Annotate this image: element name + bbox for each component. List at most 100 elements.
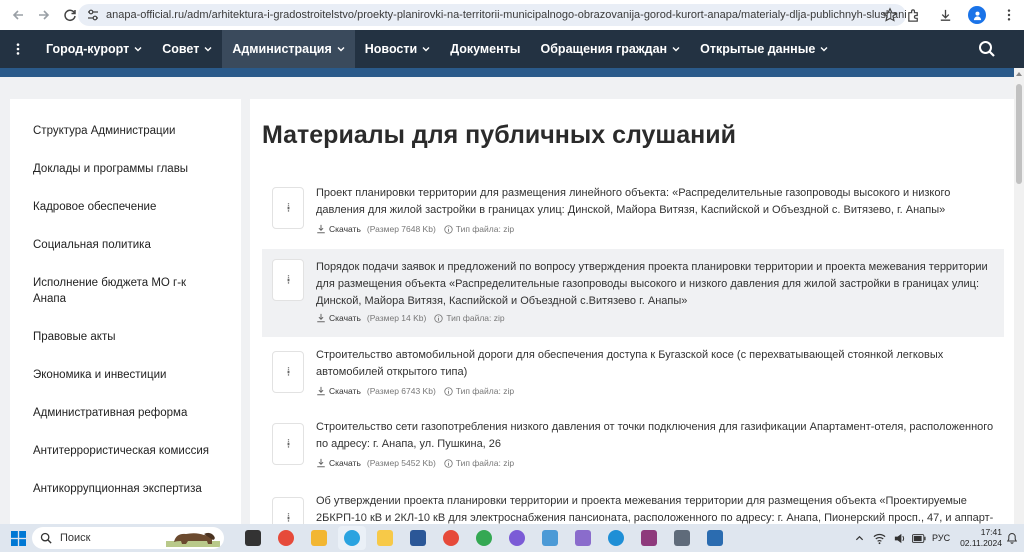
clock[interactable]: 17:41 02.11.2024 <box>960 527 1002 549</box>
document-title[interactable]: Порядок подачи заявок и предложений по в… <box>316 259 996 310</box>
word-icon <box>409 530 426 546</box>
main-content: Материалы для публичных слушаний Проект … <box>250 99 1014 524</box>
sidebar-item-structure[interactable]: Структура Администрации <box>33 123 223 139</box>
file-size: (Размер 6743 Kb) <box>366 386 436 396</box>
file-type: Тип файла: zip <box>455 224 515 234</box>
document-title[interactable]: Строительство автомобильной дороги для о… <box>316 347 996 381</box>
bookmark-star-icon[interactable] <box>882 7 898 23</box>
zip-file-icon[interactable] <box>272 497 304 524</box>
nav-item-administraciya[interactable]: Администрация <box>222 30 355 68</box>
sidebar-item-economy[interactable]: Экономика и инвестиции <box>33 367 223 383</box>
document-title[interactable]: Проект планировки территории для размеще… <box>316 185 996 219</box>
download-icon[interactable] <box>316 224 326 234</box>
zip-file-icon[interactable] <box>272 423 304 465</box>
nav-item-novosti[interactable]: Новости <box>355 30 440 68</box>
document-item: Порядок подачи заявок и предложений по в… <box>262 249 1004 337</box>
sidebar: Структура Администрации Доклады и програ… <box>10 99 241 524</box>
browser-toolbar: anapa-official.ru/adm/arhitektura-i-grad… <box>0 0 1024 30</box>
taskbar-app-feather[interactable] <box>569 526 597 550</box>
taskbar-app-word[interactable] <box>404 526 432 550</box>
file-size: (Размер 5452 Kb) <box>366 458 436 468</box>
sidebar-item-personnel[interactable]: Кадровое обеспечение <box>33 199 223 215</box>
nav-item-obrascheniya[interactable]: Обращения граждан <box>530 30 690 68</box>
download-button[interactable] <box>934 4 956 26</box>
download-icon[interactable] <box>316 386 326 396</box>
nav-item-sovet[interactable]: Совет <box>152 30 222 68</box>
notifications-icon[interactable] <box>1006 532 1018 544</box>
chrome-icon-2 <box>442 530 459 546</box>
start-button[interactable] <box>4 524 32 552</box>
site-navigation: Город-курорт Совет Администрация Новости… <box>0 30 1024 68</box>
taskbar-app-edge[interactable] <box>602 526 630 550</box>
keyboard-language[interactable]: РУС <box>932 533 950 543</box>
sidebar-item-admin-reform[interactable]: Административная реформа <box>33 405 223 421</box>
yandex-browser-icon <box>508 530 525 546</box>
chrome-menu-button[interactable] <box>998 4 1020 26</box>
nav-item-label: Обращения граждан <box>540 42 668 56</box>
download-link[interactable]: Скачать <box>329 224 361 234</box>
sidebar-item-legal-acts[interactable]: Правовые акты <box>33 329 223 345</box>
zip-file-icon[interactable] <box>272 259 304 301</box>
download-link[interactable]: Скачать <box>329 386 361 396</box>
taskbar-app-yandex-browser[interactable] <box>503 526 531 550</box>
document-title[interactable]: Строительство сети газопотребления низко… <box>316 419 996 453</box>
download-icon[interactable] <box>316 313 326 323</box>
speaker-icon[interactable] <box>892 531 906 545</box>
document-meta: Скачать (Размер 7648 Kb) Тип файла: zip <box>316 224 514 234</box>
battery-icon[interactable] <box>912 531 926 545</box>
info-icon <box>444 458 453 468</box>
document-item: Об утверждении проекта планировки террит… <box>262 491 1004 524</box>
page-scrollbar[interactable] <box>1014 68 1024 524</box>
file-size: (Размер 14 Kb) <box>366 313 427 323</box>
file-type: Тип файла: zip <box>455 386 515 396</box>
download-link[interactable]: Скачать <box>329 313 361 323</box>
back-button[interactable] <box>8 5 28 25</box>
sidebar-item-antiterror[interactable]: Антитеррористическая комиссия <box>33 443 223 459</box>
taskbar-app-chrome[interactable] <box>272 526 300 550</box>
download-icon[interactable] <box>316 458 326 468</box>
profile-button[interactable] <box>966 4 988 26</box>
site-info-icon[interactable] <box>86 8 100 22</box>
sidebar-item-anticorruption[interactable]: Антикоррупционная экспертиза <box>33 481 223 497</box>
reload-button[interactable] <box>60 5 80 25</box>
nav-item-label: Совет <box>162 42 200 56</box>
document-item: Строительство сети газопотребления низко… <box>262 417 1004 481</box>
taskbar-app-remote-desktop[interactable] <box>701 526 729 550</box>
site-menu-button[interactable] <box>0 30 36 68</box>
zip-file-icon[interactable] <box>272 351 304 393</box>
calculator-icon <box>673 530 690 546</box>
nav-item-dokumenty[interactable]: Документы <box>440 30 530 68</box>
scroll-up-arrow-icon[interactable] <box>1016 72 1022 76</box>
taskbar-app-calculator[interactable] <box>668 526 696 550</box>
nav-item-gorod-kurort[interactable]: Город-курорт <box>36 30 152 68</box>
taskbar-app-task-view[interactable] <box>239 526 267 550</box>
taskbar-app-yandex-mail[interactable] <box>371 526 399 550</box>
taskbar-app-winrar[interactable] <box>635 526 663 550</box>
zip-file-icon[interactable] <box>272 187 304 229</box>
scrollbar-thumb[interactable] <box>1016 84 1022 184</box>
download-link[interactable]: Скачать <box>329 458 361 468</box>
taskbar-search-box[interactable]: Поиск <box>32 527 224 549</box>
chevron-down-icon <box>204 47 212 52</box>
taskbar-app-chrome[interactable] <box>470 526 498 550</box>
extensions-button[interactable] <box>902 4 924 26</box>
wifi-icon[interactable] <box>872 531 886 545</box>
download-icon <box>940 9 950 21</box>
url-text[interactable]: anapa-official.ru/adm/arhitektura-i-grad… <box>106 9 906 21</box>
taskbar-app-app[interactable] <box>536 526 564 550</box>
remote-desktop-icon <box>706 530 723 546</box>
sidebar-item-budget[interactable]: Исполнение бюджета МО г-к Анапа <box>33 275 203 307</box>
forward-button[interactable] <box>34 5 54 25</box>
taskbar-app-file-explorer[interactable] <box>305 526 333 550</box>
sidebar-item-reports[interactable]: Доклады и программы главы <box>33 161 223 177</box>
taskbar-app-telegram[interactable] <box>337 526 366 550</box>
taskbar-app-chrome[interactable] <box>437 526 465 550</box>
chevron-up-icon[interactable] <box>852 531 866 545</box>
app-icon <box>541 530 558 546</box>
address-bar[interactable]: anapa-official.ru/adm/arhitektura-i-grad… <box>78 4 906 26</box>
document-title[interactable]: Об утверждении проекта планировки террит… <box>316 493 996 524</box>
nav-item-otkrytye-dannye[interactable]: Открытые данные <box>690 30 838 68</box>
file-type: Тип файла: zip <box>455 458 515 468</box>
search-icon[interactable] <box>978 40 996 58</box>
sidebar-item-social-policy[interactable]: Социальная политика <box>33 237 223 253</box>
